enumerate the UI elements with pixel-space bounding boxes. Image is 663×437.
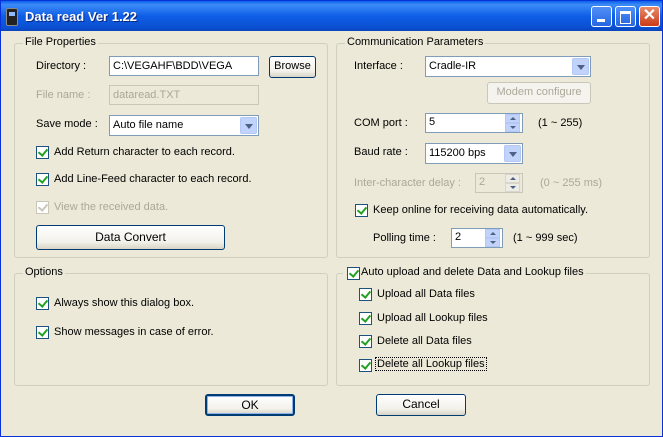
directory-label: Directory : bbox=[36, 60, 87, 72]
close-button[interactable]: ✕ bbox=[639, 6, 660, 27]
polling-time-value: 2 bbox=[455, 231, 462, 243]
minimize-button[interactable] bbox=[591, 6, 612, 27]
filename-label: File name : bbox=[36, 89, 91, 101]
save-mode-select[interactable]: Auto file name bbox=[109, 115, 259, 136]
options-group: Options Always show this dialog box. Sho… bbox=[14, 266, 328, 386]
maximize-button[interactable] bbox=[615, 6, 636, 27]
add-return-checkbox[interactable] bbox=[36, 146, 49, 159]
directory-input[interactable]: C:\VEGAHF\BDD\VEGA bbox=[109, 56, 259, 76]
add-linefeed-checkbox[interactable] bbox=[36, 173, 49, 186]
data-convert-button[interactable]: Data Convert bbox=[36, 225, 225, 250]
polling-time-spin-buttons[interactable] bbox=[485, 229, 501, 249]
add-return-label[interactable]: Add Return character to each record. bbox=[54, 146, 235, 158]
always-show-checkbox[interactable] bbox=[36, 297, 49, 310]
show-messages-label[interactable]: Show messages in case of error. bbox=[54, 326, 214, 338]
inter-character-delay-range: (0 ~ 255 ms) bbox=[540, 177, 603, 189]
save-mode-label: Save mode : bbox=[36, 118, 98, 130]
cancel-button[interactable]: Cancel bbox=[376, 394, 466, 416]
delete-data-label[interactable]: Delete all Data files bbox=[377, 335, 472, 347]
polling-time-range: (1 ~ 999 sec) bbox=[513, 232, 578, 244]
inter-character-delay-label: Inter-character delay : bbox=[354, 177, 461, 189]
show-messages-checkbox[interactable] bbox=[36, 326, 49, 339]
inter-character-delay-spinner[interactable]: 2 bbox=[475, 173, 523, 193]
delete-lookup-label[interactable]: Delete all Lookup files bbox=[375, 357, 487, 371]
baud-rate-value: 115200 bps bbox=[429, 147, 486, 159]
chevron-down-icon[interactable] bbox=[572, 58, 589, 75]
spin-down-icon[interactable] bbox=[485, 238, 500, 247]
always-show-label[interactable]: Always show this dialog box. bbox=[54, 297, 194, 309]
close-icon: ✕ bbox=[642, 7, 657, 24]
scanner-app-icon bbox=[6, 8, 18, 26]
inter-character-spin-buttons[interactable] bbox=[505, 174, 521, 194]
view-received-checkbox[interactable] bbox=[36, 201, 49, 214]
spin-up-icon[interactable] bbox=[505, 114, 520, 123]
auto-upload-checkbox[interactable] bbox=[347, 267, 360, 280]
spin-up-icon[interactable] bbox=[505, 174, 520, 183]
polling-time-label: Polling time : bbox=[373, 232, 436, 244]
inter-character-delay-value: 2 bbox=[479, 176, 486, 188]
keep-online-label[interactable]: Keep online for receiving data automatic… bbox=[373, 204, 588, 216]
chevron-down-icon[interactable] bbox=[240, 117, 257, 134]
communication-title: Communication Parameters bbox=[345, 36, 486, 48]
upload-data-checkbox[interactable] bbox=[359, 288, 372, 301]
interface-value: Cradle-IR bbox=[429, 60, 477, 72]
com-port-range: (1 ~ 255) bbox=[538, 117, 583, 129]
spin-down-icon[interactable] bbox=[505, 183, 520, 192]
ok-button[interactable]: OK bbox=[205, 394, 295, 416]
interface-label: Interface : bbox=[354, 60, 403, 72]
window-title: Data read Ver 1.22 bbox=[25, 9, 138, 24]
polling-time-spinner[interactable]: 2 bbox=[451, 228, 503, 248]
data-read-dialog: Data read Ver 1.22 ✕ File Properties Dir… bbox=[0, 0, 663, 437]
save-mode-value: Auto file name bbox=[113, 119, 184, 131]
auto-upload-title[interactable]: Auto upload and delete Data and Lookup f… bbox=[343, 266, 586, 278]
delete-data-checkbox[interactable] bbox=[359, 335, 372, 348]
delete-lookup-checkbox[interactable] bbox=[359, 359, 372, 372]
com-port-spin-buttons[interactable] bbox=[505, 114, 521, 134]
keep-online-checkbox[interactable] bbox=[355, 204, 368, 217]
spin-up-icon[interactable] bbox=[485, 229, 500, 238]
interface-select[interactable]: Cradle-IR bbox=[425, 56, 591, 77]
filename-input[interactable]: dataread.TXT bbox=[109, 85, 259, 105]
com-port-spinner[interactable]: 5 bbox=[425, 113, 523, 133]
options-title: Options bbox=[23, 266, 65, 278]
auto-upload-group: Auto upload and delete Data and Lookup f… bbox=[336, 266, 650, 386]
baud-rate-select[interactable]: 115200 bps bbox=[425, 143, 523, 164]
browse-button[interactable]: Browse bbox=[269, 56, 316, 78]
view-received-label[interactable]: View the received data. bbox=[54, 201, 168, 213]
chevron-down-icon[interactable] bbox=[504, 145, 521, 162]
modem-configure-button[interactable]: Modem configure bbox=[487, 82, 591, 104]
title-bar[interactable]: Data read Ver 1.22 ✕ bbox=[1, 1, 662, 31]
upload-data-label[interactable]: Upload all Data files bbox=[377, 288, 475, 300]
upload-lookup-checkbox[interactable] bbox=[359, 312, 372, 325]
add-linefeed-label[interactable]: Add Line-Feed character to each record. bbox=[54, 173, 252, 185]
upload-lookup-label[interactable]: Upload all Lookup files bbox=[377, 312, 488, 324]
communication-parameters-group: Communication Parameters Interface : Cra… bbox=[336, 36, 650, 258]
file-properties-group: File Properties Directory : C:\VEGAHF\BD… bbox=[14, 36, 328, 258]
spin-down-icon[interactable] bbox=[505, 123, 520, 132]
baud-rate-label: Baud rate : bbox=[354, 146, 408, 158]
com-port-value: 5 bbox=[429, 116, 436, 128]
file-properties-title: File Properties bbox=[23, 36, 98, 48]
com-port-label: COM port : bbox=[354, 117, 408, 129]
